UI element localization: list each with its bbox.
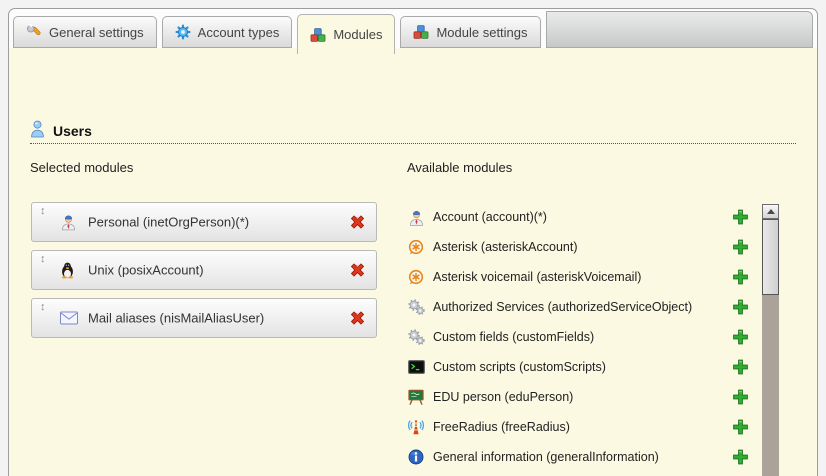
drag-handle-icon[interactable]: ↕ bbox=[40, 254, 46, 265]
add-module-button[interactable] bbox=[732, 299, 749, 316]
available-module-row: Custom scripts (customScripts) bbox=[407, 352, 751, 382]
available-module-row: Authorized Services (authorizedServiceOb… bbox=[407, 292, 751, 322]
add-module-button[interactable] bbox=[732, 269, 749, 286]
selected-module-row[interactable]: ↕ Personal (inetOrgPerson)(*) bbox=[31, 202, 377, 242]
drag-handle-icon[interactable]: ↕ bbox=[40, 302, 46, 313]
module-label: Unix (posixAccount) bbox=[88, 263, 204, 278]
module-label: Custom fields (customFields) bbox=[433, 330, 594, 344]
module-label: FreeRadius (freeRadius) bbox=[433, 420, 570, 434]
tab-bar-filler bbox=[546, 11, 813, 48]
tux-icon bbox=[60, 262, 75, 279]
modules-icon bbox=[310, 27, 326, 43]
module-label: General information (generalInformation) bbox=[433, 450, 659, 464]
add-module-button[interactable] bbox=[732, 359, 749, 376]
tab-modules[interactable]: Modules bbox=[297, 14, 395, 54]
person-icon bbox=[60, 214, 77, 231]
tab-account-types[interactable]: Account types bbox=[162, 16, 293, 48]
module-label: Mail aliases (nisMailAliasUser) bbox=[88, 311, 264, 326]
available-module-row: EDU person (eduPerson) bbox=[407, 382, 751, 412]
available-modules-label: Available modules bbox=[407, 160, 512, 175]
module-label: Asterisk voicemail (asteriskVoicemail) bbox=[433, 270, 641, 284]
module-label: Account (account)(*) bbox=[433, 210, 547, 224]
module-label: Asterisk (asteriskAccount) bbox=[433, 240, 577, 254]
scrollbar-up-button[interactable] bbox=[762, 204, 779, 219]
tab-label: Modules bbox=[333, 27, 382, 42]
asterisk-icon bbox=[407, 239, 425, 255]
tab-label: Module settings bbox=[436, 25, 527, 40]
module-label: Personal (inetOrgPerson)(*) bbox=[88, 215, 249, 230]
available-module-row: General information (generalInformation) bbox=[407, 442, 751, 472]
up-arrow-icon bbox=[767, 209, 775, 214]
wrench-icon bbox=[26, 24, 42, 40]
module-label: EDU person (eduPerson) bbox=[433, 390, 573, 404]
available-module-row: Custom fields (customFields) bbox=[407, 322, 751, 352]
gears-icon bbox=[407, 299, 425, 315]
tab-general-settings[interactable]: General settings bbox=[13, 16, 157, 48]
modules-icon bbox=[413, 24, 429, 40]
tab-label: Account types bbox=[198, 25, 280, 40]
available-modules-list: Account (account)(*) Asterisk (asteriskA… bbox=[407, 202, 751, 476]
selected-module-row[interactable]: ↕ Unix (posixAccount) bbox=[31, 250, 377, 290]
gears-icon bbox=[407, 329, 425, 345]
modules-tab-content: Users Selected modules Available modules… bbox=[9, 48, 817, 476]
mail-icon bbox=[60, 312, 78, 325]
available-module-row: Asterisk voicemail (asteriskVoicemail) bbox=[407, 262, 751, 292]
terminal-icon bbox=[407, 360, 425, 374]
available-module-row: Asterisk (asteriskAccount) bbox=[407, 232, 751, 262]
configuration-panel: General settings Account types Modules M… bbox=[8, 8, 818, 476]
asterisk-icon bbox=[407, 269, 425, 285]
selected-modules-label: Selected modules bbox=[30, 160, 133, 175]
scrollbar-thumb[interactable] bbox=[762, 219, 779, 295]
user-icon bbox=[30, 120, 45, 143]
available-modules-scrollbar[interactable] bbox=[762, 204, 779, 476]
add-module-button[interactable] bbox=[732, 449, 749, 466]
available-module-row: Groups of names (groupOfNamesUser) bbox=[407, 472, 751, 476]
blackboard-icon bbox=[407, 389, 425, 405]
tab-bar: General settings Account types Modules M… bbox=[9, 9, 817, 48]
info-icon bbox=[407, 449, 425, 465]
remove-module-button[interactable] bbox=[349, 310, 366, 327]
section-title: Users bbox=[53, 123, 92, 139]
module-label: Authorized Services (authorizedServiceOb… bbox=[433, 300, 692, 314]
add-module-button[interactable] bbox=[732, 389, 749, 406]
add-module-button[interactable] bbox=[732, 419, 749, 436]
drag-handle-icon[interactable]: ↕ bbox=[40, 206, 46, 217]
gear-icon bbox=[175, 24, 191, 40]
remove-module-button[interactable] bbox=[349, 214, 366, 231]
module-label: Custom scripts (customScripts) bbox=[433, 360, 606, 374]
antenna-icon bbox=[407, 419, 425, 435]
users-section-header: Users bbox=[30, 119, 796, 144]
remove-module-button[interactable] bbox=[349, 262, 366, 279]
tab-module-settings[interactable]: Module settings bbox=[400, 16, 540, 48]
available-module-row: FreeRadius (freeRadius) bbox=[407, 412, 751, 442]
add-module-button[interactable] bbox=[732, 209, 749, 226]
selected-module-row[interactable]: ↕ Mail aliases (nisMailAliasUser) bbox=[31, 298, 377, 338]
person-icon bbox=[407, 209, 425, 226]
available-module-row: Account (account)(*) bbox=[407, 202, 751, 232]
add-module-button[interactable] bbox=[732, 329, 749, 346]
add-module-button[interactable] bbox=[732, 239, 749, 256]
tab-label: General settings bbox=[49, 25, 144, 40]
